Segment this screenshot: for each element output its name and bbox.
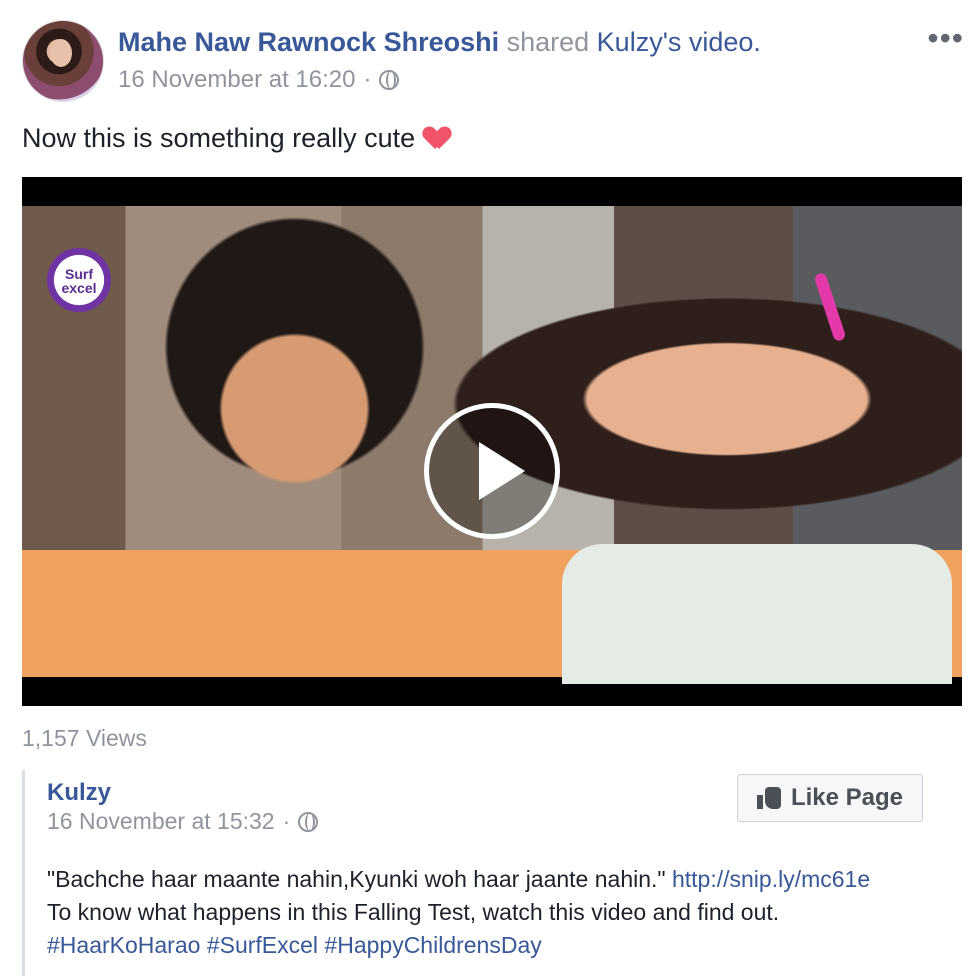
like-page-label: Like Page — [790, 784, 904, 811]
shared-page-name[interactable]: Kulzy — [47, 778, 111, 808]
globe-icon — [379, 70, 400, 90]
surf-excel-logo: Surf excel — [47, 248, 111, 312]
description-line: To know what happens in this Falling Tes… — [47, 899, 780, 925]
shared-globe-icon — [298, 811, 319, 832]
hair-clip — [813, 271, 847, 343]
author-avatar[interactable] — [22, 20, 104, 102]
shared-post-timestamp[interactable]: 16 November at 15:32 — [47, 808, 275, 835]
shared-text: shared — [499, 27, 597, 57]
heart-icon — [425, 127, 449, 151]
post-meta: 16 November at 16:20 · — [118, 65, 400, 95]
girl-shirt — [562, 544, 952, 684]
meta-separator: · — [363, 66, 372, 93]
like-page-button[interactable]: Like Page — [737, 774, 923, 822]
hashtag-haarkoharao[interactable]: #HaarKoHarao — [47, 932, 200, 958]
more-options-icon[interactable]: ••• — [927, 22, 964, 54]
hashtag-happychildrensday[interactable]: #HappyChildrensDay — [324, 932, 541, 958]
shared-description: "Bachche haar maante nahin,Kyunki woh ha… — [47, 863, 952, 962]
video-player[interactable]: Surf excel — [22, 177, 962, 706]
thumbs-up-icon — [756, 787, 781, 809]
play-icon[interactable] — [424, 403, 560, 539]
shared-meta-separator: · — [282, 808, 291, 834]
shared-post-box: Kulzy 16 November at 15:32 · Like Page "… — [22, 770, 965, 976]
author-name-link[interactable]: Mahe Naw Rawnock Shreoshi — [118, 27, 499, 57]
post-caption: Now this is something really cute — [22, 120, 449, 156]
shared-link[interactable]: http://snip.ly/mc61e — [672, 866, 870, 892]
shared-suffix[interactable]: 's video. — [663, 27, 761, 57]
logo-text-excel: excel — [61, 280, 97, 296]
caption-text: Now this is something really cute — [22, 123, 416, 153]
hashtag-surfexcel[interactable]: #SurfExcel — [207, 932, 318, 958]
shared-page-link[interactable]: Kulzy — [597, 27, 663, 57]
quote-text: "Bachche haar maante nahin,Kyunki woh ha… — [47, 866, 666, 892]
post-header: Mahe Naw Rawnock Shreoshi shared Kulzy's… — [22, 20, 964, 102]
post-timestamp[interactable]: 16 November at 16:20 — [118, 65, 355, 95]
shared-post-meta: 16 November at 15:32 · — [47, 808, 319, 835]
video-views: 1,157 Views — [22, 725, 147, 751]
video-frame: Surf excel — [22, 206, 962, 684]
author-line: Mahe Naw Rawnock Shreoshi shared Kulzy's… — [118, 24, 761, 60]
